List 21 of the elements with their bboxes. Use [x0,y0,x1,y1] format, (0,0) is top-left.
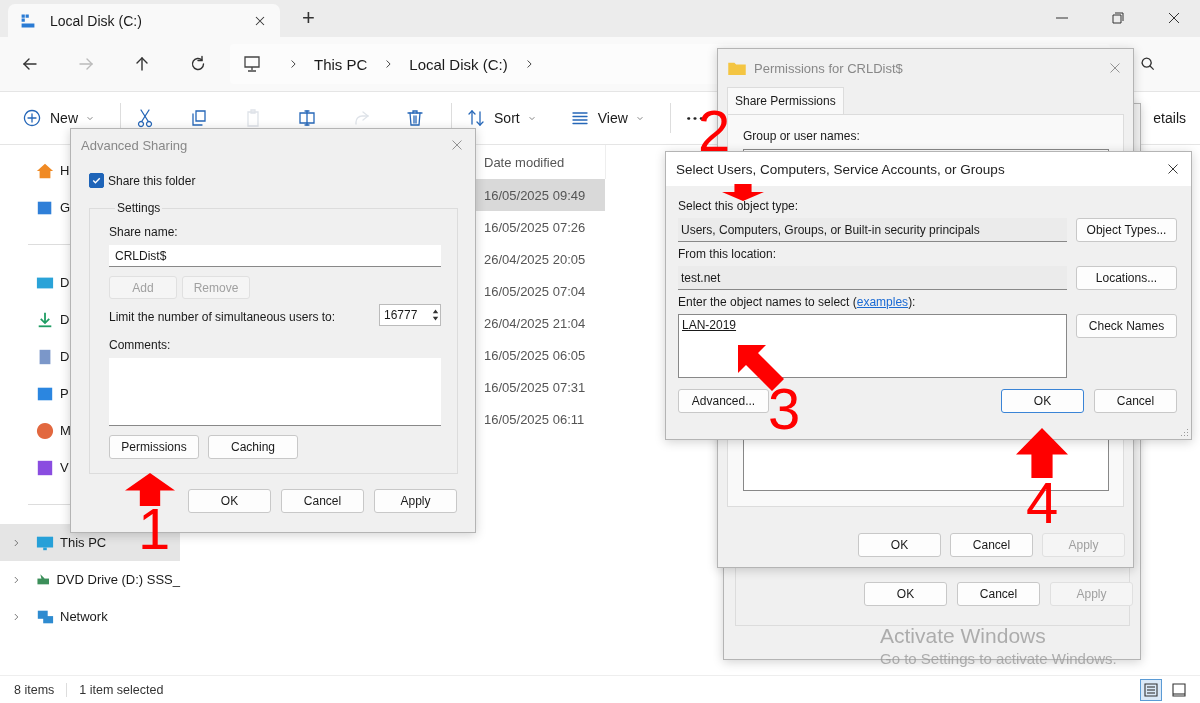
dialog-title: Select Users, Computers, Service Accounts, or Groups [676,161,1005,177]
selection-count: 1 item selected [79,682,164,697]
location-field: test.net [678,266,1067,290]
field-label: Select this object type: [678,199,800,213]
dialog-title: Advanced Sharing [81,137,188,153]
activation-message: Go to Settings to activate Windows. [880,650,1117,667]
step-number: 3 [768,380,801,438]
item-count: 8 items [14,682,55,697]
field-label: Share name: [109,225,179,239]
object-type-field: Users, Computers, Groups, or Built-in security principals [678,218,1067,242]
dialog-title: Permissions for CRLDist$ [754,60,903,76]
checkbox-label: Share this folder [108,173,196,188]
field-label: Limit the number of simultaneous users to: [109,310,336,324]
field-label: Comments: [109,338,172,352]
tab-title: Local Disk (C:) [50,12,143,29]
group-label: Settings [116,201,162,215]
field-label: From this location: [678,247,778,261]
step-number: 4 [1026,474,1059,532]
field-label: Enter the object names to select (examples): [678,295,917,309]
activation-title: Activate Windows [880,624,1047,648]
field-label: Group or user names: [743,129,861,143]
